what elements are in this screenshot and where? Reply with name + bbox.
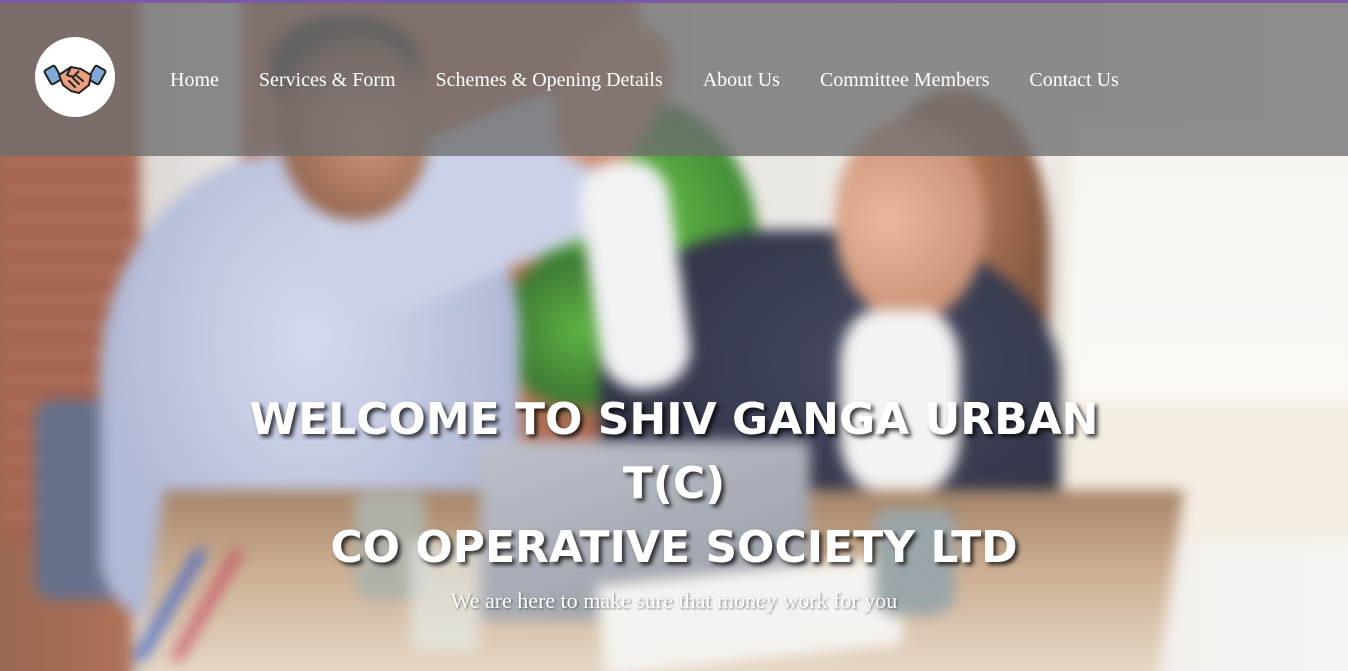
- top-accent-bar: [0, 0, 1348, 3]
- nav-item-home[interactable]: Home: [150, 65, 239, 95]
- nav-item-services-form[interactable]: Services & Form: [239, 65, 416, 95]
- hero-title-line-2: CO OPERATIVE SOCIETY LTD: [330, 522, 1018, 573]
- nav-item-schemes-opening-details[interactable]: Schemes & Opening Details: [416, 65, 683, 95]
- site-header: Home Services & Form Schemes & Opening D…: [0, 3, 1348, 156]
- nav-item-contact-us[interactable]: Contact Us: [1009, 65, 1138, 95]
- nav-item-about-us[interactable]: About Us: [683, 65, 800, 95]
- hero-section: WELCOME TO SHIV GANGA URBAN T(C) CO OPER…: [0, 388, 1348, 616]
- site-logo[interactable]: [35, 37, 115, 117]
- nav-item-committee-members[interactable]: Committee Members: [800, 65, 1009, 95]
- page: Home Services & Form Schemes & Opening D…: [0, 0, 1348, 671]
- handshake-icon: [43, 64, 107, 94]
- hero-title-line-1: WELCOME TO SHIV GANGA URBAN T(C): [249, 394, 1099, 509]
- hero-title: WELCOME TO SHIV GANGA URBAN T(C) CO OPER…: [194, 388, 1154, 580]
- hero-subtitle: We are here to make sure that money work…: [450, 588, 898, 613]
- main-nav: Home Services & Form Schemes & Opening D…: [150, 65, 1139, 95]
